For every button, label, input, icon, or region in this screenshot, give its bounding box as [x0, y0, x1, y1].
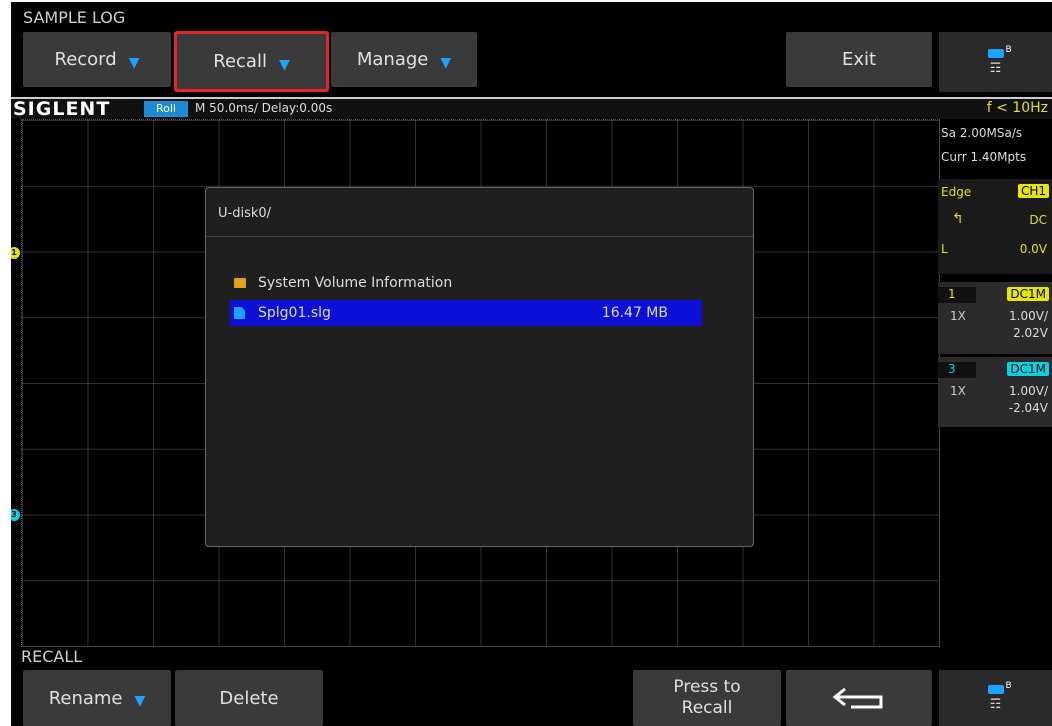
channel-1-offset: 2.02V — [1013, 326, 1048, 340]
usb-network-status-bottom: ☶ — [939, 670, 1052, 726]
arrow-down-icon: ▼ — [278, 56, 290, 73]
record-button[interactable]: Record ▼ — [23, 32, 171, 87]
recall-button[interactable]: Recall ▼ — [174, 31, 329, 92]
trigger-coupling: DC — [1029, 213, 1047, 227]
arrow-down-icon: ▼ — [134, 693, 146, 709]
file-browser-dialog: U-disk0/ System Volume Information Splg0… — [205, 187, 754, 547]
channel-3-coupling: DC1M — [1007, 362, 1049, 376]
dialog-divider — [206, 236, 753, 237]
channel-1-number: 1 — [938, 287, 976, 303]
usb-icon — [987, 681, 1012, 694]
trigger-level-label: L — [941, 242, 948, 256]
press-to-recall-button[interactable]: Press to Recall — [633, 670, 781, 726]
network-icon: ☶ — [989, 696, 1002, 712]
oscilloscope-screen: SAMPLE LOG Record ▼ Recall ▼ Manage ▼ Ex… — [11, 2, 1052, 726]
folder-icon — [234, 278, 246, 288]
rename-button[interactable]: Rename ▼ — [23, 670, 171, 726]
file-row-selected[interactable]: Splg01.slg 16.47 MB — [230, 300, 702, 326]
channel-1-scale: 1.00V/ — [1009, 309, 1048, 323]
memory-depth: Curr 1.40Mpts — [941, 150, 1027, 164]
file-icon — [234, 307, 245, 319]
usb-network-status: ☶ — [939, 32, 1052, 92]
mode-badge: Roll — [144, 101, 188, 117]
channel-3-scale: 1.00V/ — [1009, 384, 1048, 398]
bottom-menu-title: RECALL — [21, 647, 83, 666]
channel-3-marker[interactable]: 3 — [11, 509, 20, 521]
trigger-type: Edge — [941, 185, 972, 199]
channel-3-panel[interactable]: 3 DC1M 1X 1.00V/ -2.04V — [938, 357, 1052, 427]
exit-button[interactable]: Exit — [786, 32, 932, 87]
sample-rate: Sa 2.00MSa/s — [941, 126, 1023, 140]
channel-3-offset: -2.04V — [1008, 401, 1048, 415]
trigger-source: CH1 — [1017, 184, 1049, 198]
menu-title: SAMPLE LOG — [23, 8, 126, 27]
trigger-panel: Edge CH1 ↰ DC L 0.0V — [938, 179, 1052, 274]
arrow-down-icon: ▼ — [128, 54, 140, 71]
file-size: 16.47 MB — [601, 305, 668, 321]
manage-label: Manage — [356, 49, 429, 70]
channel-1-probe: 1X — [950, 309, 966, 323]
record-label: Record — [54, 49, 117, 70]
network-icon: ☶ — [989, 60, 1002, 76]
brand-logo: SIGLENT — [13, 98, 111, 120]
file-name: Splg01.slg — [258, 305, 331, 321]
arrow-down-icon: ▼ — [440, 54, 452, 71]
delete-button[interactable]: Delete — [175, 670, 323, 726]
rising-edge-icon: ↰ — [952, 211, 964, 227]
status-bar: SIGLENT Roll M 50.0ms/ Delay:0.00s f < 1… — [11, 97, 1052, 120]
back-button[interactable] — [786, 670, 932, 726]
rename-label: Rename — [48, 687, 123, 709]
current-path: U-disk0/ — [218, 206, 272, 221]
timebase-readout: M 50.0ms/ Delay:0.00s — [195, 101, 333, 115]
usb-icon — [987, 45, 1012, 58]
exit-label: Exit — [841, 49, 877, 70]
press-to-recall-line2: Recall — [681, 698, 733, 718]
trigger-level: 0.0V — [1019, 242, 1047, 256]
channel-1-marker[interactable]: 1 — [11, 247, 20, 259]
recall-label: Recall — [213, 51, 267, 72]
back-arrow-icon — [832, 687, 883, 709]
channel-1-coupling: DC1M — [1007, 287, 1049, 301]
frequency-readout: f < 10Hz — [986, 100, 1048, 116]
delete-label: Delete — [219, 687, 279, 709]
channel-1-panel[interactable]: 1 DC1M 1X 1.00V/ 2.02V — [938, 282, 1052, 354]
manage-button[interactable]: Manage ▼ — [331, 32, 477, 87]
press-to-recall-line1: Press to — [673, 677, 741, 697]
channel-3-probe: 1X — [950, 384, 966, 398]
channel-3-number: 3 — [938, 362, 976, 378]
file-row-folder[interactable]: System Volume Information — [230, 270, 702, 296]
file-name: System Volume Information — [258, 275, 453, 291]
